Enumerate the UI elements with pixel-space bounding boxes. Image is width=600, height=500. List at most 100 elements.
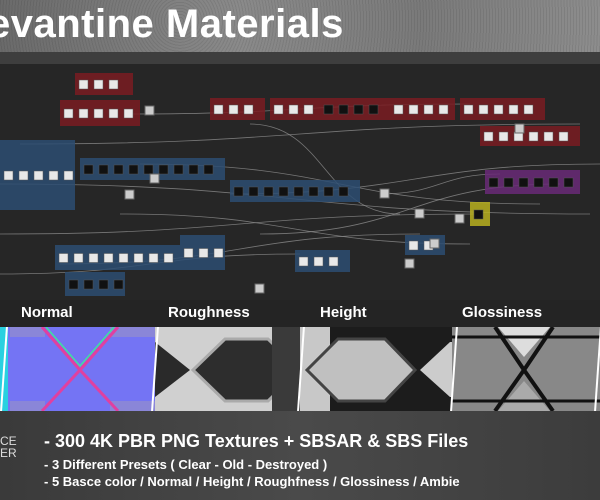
node	[563, 177, 574, 188]
node	[144, 105, 155, 116]
feature-line: - 3 Different Presets ( Clear - Old - De…	[44, 457, 328, 472]
node	[548, 177, 559, 188]
node	[543, 131, 554, 142]
node	[93, 79, 104, 90]
node	[514, 123, 525, 134]
node	[63, 108, 74, 119]
node	[473, 209, 484, 220]
node	[528, 131, 539, 142]
node	[313, 256, 324, 267]
node	[73, 253, 84, 263]
node	[498, 131, 509, 142]
node	[518, 177, 529, 188]
node	[18, 170, 29, 181]
node	[58, 253, 69, 263]
node	[188, 164, 199, 175]
node	[78, 108, 89, 119]
node	[558, 131, 569, 142]
node	[33, 170, 44, 181]
node	[263, 186, 274, 197]
node	[149, 173, 160, 184]
feature-line: - 5 Basce color / Normal / Height / Roug…	[44, 474, 460, 489]
node-graph-canvas	[0, 73, 600, 296]
node	[108, 79, 119, 90]
roughness-map-preview	[155, 327, 303, 411]
node	[158, 164, 169, 175]
logo-line: ER	[0, 446, 17, 460]
node	[118, 253, 129, 263]
node	[128, 164, 139, 175]
node	[254, 283, 265, 294]
node	[463, 104, 474, 115]
node	[414, 208, 425, 219]
node	[3, 170, 14, 181]
node	[368, 104, 379, 115]
node	[93, 108, 104, 119]
node	[198, 248, 209, 258]
normal-map-preview	[0, 326, 157, 413]
node	[503, 177, 514, 188]
node	[483, 131, 494, 142]
wire	[379, 173, 501, 195]
node	[429, 238, 440, 249]
divider-band	[0, 52, 600, 64]
node	[243, 104, 254, 115]
node	[133, 253, 144, 263]
node-graph	[0, 64, 600, 300]
node	[113, 279, 124, 290]
node	[298, 256, 309, 267]
node	[323, 186, 334, 197]
node	[423, 104, 434, 115]
node	[173, 164, 184, 175]
wire	[0, 213, 481, 235]
height-map-preview	[300, 327, 456, 411]
node	[328, 256, 339, 267]
node	[83, 279, 94, 290]
node	[98, 164, 109, 175]
node	[293, 186, 304, 197]
feature-line: - 300 4K PBR PNG Textures + SBSAR & SBS …	[44, 431, 469, 451]
node	[523, 104, 534, 115]
node	[488, 177, 499, 188]
node	[143, 164, 154, 175]
node	[68, 279, 79, 290]
node	[338, 186, 349, 197]
label-roughness: Roughness	[168, 304, 250, 321]
node	[148, 253, 159, 263]
node	[478, 104, 489, 115]
node	[63, 170, 74, 181]
node	[203, 164, 214, 175]
node	[248, 186, 259, 197]
node	[78, 79, 89, 90]
node	[338, 104, 349, 115]
node	[213, 104, 224, 115]
node	[288, 104, 299, 115]
node	[233, 186, 244, 197]
node	[308, 186, 319, 197]
node	[88, 253, 99, 263]
label-normal: Normal	[21, 304, 73, 321]
glossiness-map-preview	[452, 325, 600, 413]
node	[48, 170, 59, 181]
node	[108, 108, 119, 119]
brand-logo: CE ER	[0, 435, 17, 459]
node	[113, 164, 124, 175]
node	[404, 258, 415, 269]
node	[379, 188, 390, 199]
node	[83, 164, 94, 175]
node	[408, 240, 419, 251]
node	[533, 177, 544, 188]
node	[123, 108, 134, 119]
node	[493, 104, 504, 115]
node	[303, 104, 314, 115]
page-title: evantine Materials	[0, 2, 344, 46]
node	[183, 248, 194, 258]
node	[408, 104, 419, 115]
node	[213, 248, 224, 258]
node	[508, 104, 519, 115]
node	[124, 189, 135, 200]
node	[273, 104, 284, 115]
node	[438, 104, 449, 115]
node	[163, 253, 174, 263]
node	[353, 104, 364, 115]
